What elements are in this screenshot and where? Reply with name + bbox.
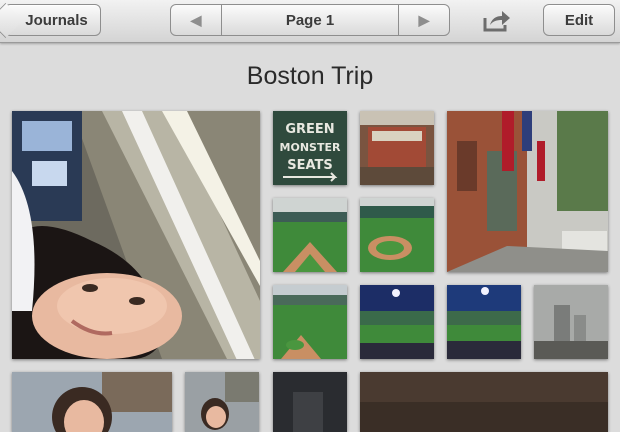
sign-word-3: SEATS [287,158,333,173]
previous-page-button[interactable]: ◀ [171,5,222,35]
photo-field-day-2[interactable] [360,198,434,272]
next-page-icon: ▶ [418,11,430,28]
share-arrow-icon [483,11,510,32]
toolbar: Journals ◀ Page 1 ▶ Edit [0,0,620,43]
photo-night-building[interactable] [273,372,347,432]
photo-wide-dark[interactable] [360,372,608,432]
photo-green-monster-sign[interactable]: GREEN MONSTER SEATS [273,111,347,185]
previous-page-icon: ◀ [190,11,202,28]
journals-back-label: Journals [25,11,88,29]
photo-field-night-2[interactable] [447,285,521,359]
photo-selfie-large[interactable] [12,111,260,359]
sign-word-2: MONSTER [280,141,341,154]
edit-label: Edit [564,11,594,29]
photo-field-day-1[interactable] [273,198,347,272]
share-button[interactable] [480,6,514,36]
photo-street-portrait[interactable] [185,372,259,432]
photo-fenway-street[interactable] [447,111,608,272]
page-control: ◀ Page 1 ▶ [170,4,450,36]
photo-field-day-3[interactable] [273,285,347,359]
next-page-button[interactable]: ▶ [398,5,449,35]
journals-back-button[interactable]: Journals [0,2,101,39]
back-arrow-shape [0,2,24,39]
album-title: Boston Trip [246,62,374,90]
sign-word-1: GREEN [285,122,334,137]
edit-button[interactable]: Edit [543,4,615,36]
page-indicator: Page 1 [285,11,335,29]
photo-hazy-skyline[interactable] [534,285,608,359]
photo-brick-hallway[interactable] [360,111,434,185]
photo-field-night-1[interactable] [360,285,434,359]
photo-street-group[interactable] [12,372,172,432]
